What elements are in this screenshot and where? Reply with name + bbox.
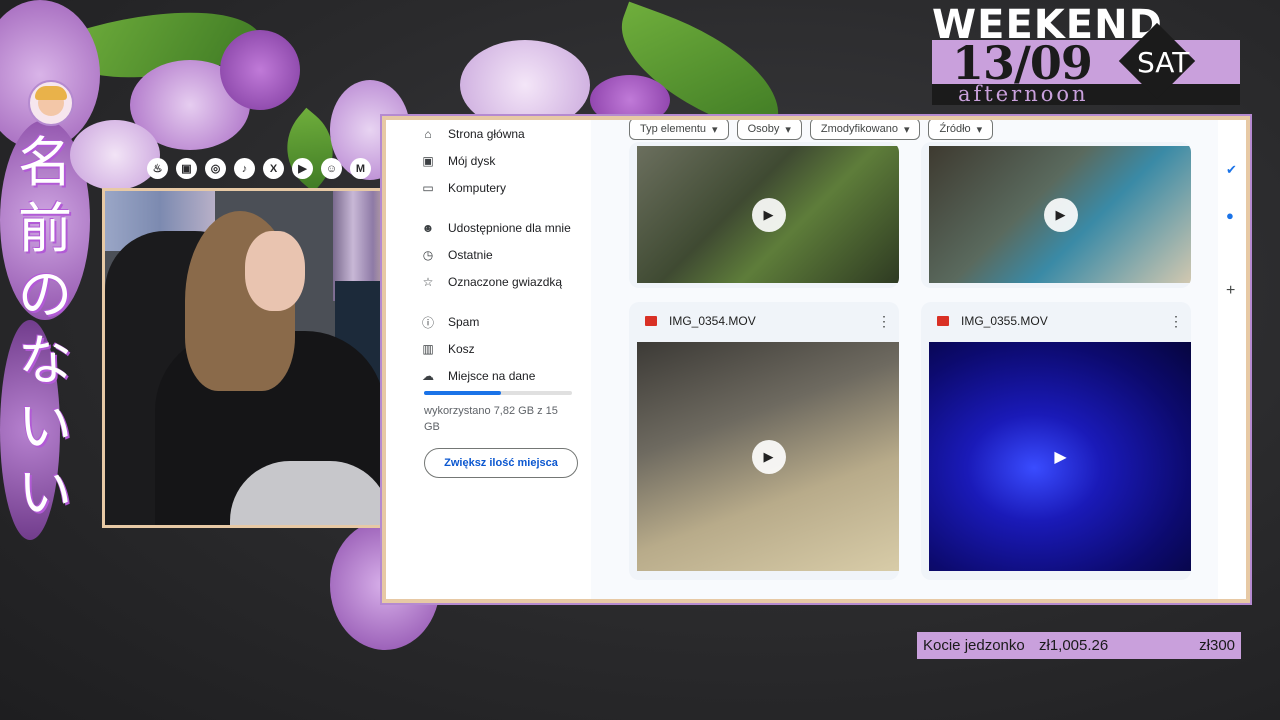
sidebar-item-home[interactable]: ⌂ Strona główna [420, 126, 525, 142]
home-icon: ⌂ [424, 127, 432, 141]
banner-time-of-day: afternoon [958, 82, 1089, 106]
x-icon: X [263, 158, 284, 179]
filter-type[interactable]: Typ elementu ▾ [629, 120, 729, 140]
tiktok-icon: ♪ [234, 158, 255, 179]
donation-goal-amount: zł300 [1199, 637, 1235, 654]
sidebar-item-label: Ostatnie [448, 248, 493, 262]
sidebar-item-label: Spam [448, 315, 480, 329]
jp-char: 前 [18, 197, 72, 260]
sidebar-item-recent[interactable]: ◷ Ostatnie [420, 247, 493, 263]
filter-modified[interactable]: Zmodyfikowano ▾ [809, 120, 921, 140]
sidebar-item-label: Kosz [448, 342, 475, 356]
play-icon[interactable]: ▶ [751, 197, 786, 232]
shared-icon: ☻ [421, 221, 435, 235]
filter-source[interactable]: Źródło ▾ [928, 120, 994, 140]
file-card[interactable]: ▶ [921, 142, 1191, 288]
drive-icon: ▣ [422, 154, 434, 168]
more-options-icon[interactable]: ⋮ [1169, 313, 1183, 330]
chip-label: Osoby [747, 123, 780, 135]
webcam-feed [102, 188, 408, 528]
discord-icon: ☺ [321, 158, 342, 179]
gmail-icon: M [350, 158, 371, 179]
video-thumbnail[interactable]: ▶ [637, 146, 899, 283]
jp-char: な [18, 329, 72, 392]
jp-char: い [18, 461, 72, 524]
sidebar-item-starred[interactable]: ☆ Oznaczone gwiazdką [420, 274, 562, 290]
video-file-icon [645, 316, 657, 326]
chevron-down-icon: ▾ [903, 123, 910, 136]
contacts-icon[interactable]: ● [1226, 208, 1234, 223]
play-icon[interactable]: ▶ [1043, 197, 1078, 232]
play-icon[interactable]: ▶ [1044, 440, 1078, 474]
file-card-header: IMG_0354.MOV ⋮ [629, 302, 899, 340]
drive-window: ⌂ Strona główna ▣ Mój dysk ▭ Komputery ☻… [382, 116, 1250, 603]
sidebar-item-storage[interactable]: ☁ Miejsce na dane [420, 368, 535, 384]
tasks-icon[interactable]: ✔ [1226, 162, 1237, 178]
sidebar-item-label: Komputery [448, 181, 507, 195]
sidebar-item-label: Miejsce na dane [448, 369, 536, 383]
storage-usage-text: wykorzystano 7,82 GB z 15 GB [424, 405, 558, 433]
donation-goal-label: Kocie jedzonko [923, 637, 1025, 654]
channel-name-vertical: 名 前 の な い い [10, 130, 80, 526]
sidebar-item-label: Strona główna [448, 127, 525, 141]
star-icon: ☆ [422, 275, 434, 289]
chip-label: Zmodyfikowano [820, 123, 898, 135]
side-panel: ✔ ● + [1218, 120, 1246, 599]
video-file-icon [937, 316, 949, 326]
filter-people[interactable]: Osoby ▾ [736, 120, 802, 140]
computer-icon: ▭ [422, 181, 434, 195]
banner-day: SAT [1137, 46, 1190, 79]
file-card[interactable]: IMG_0355.MOV ⋮ ▶ [921, 302, 1191, 580]
youtube-icon: ▶ [292, 158, 313, 179]
sidebar-item-computers[interactable]: ▭ Komputery [420, 180, 506, 196]
sidebar-item-label: Oznaczone gwiazdką [448, 275, 563, 289]
video-thumbnail[interactable]: ▶ [929, 146, 1191, 283]
jp-char: の [18, 263, 72, 326]
clock-icon: ◷ [422, 248, 434, 262]
spam-icon: ⓘ [421, 315, 434, 330]
jp-char: 名 [18, 131, 72, 194]
chevron-down-icon: ▾ [785, 123, 791, 136]
file-card[interactable]: ▶ [629, 142, 899, 288]
trash-icon: ▥ [422, 342, 434, 356]
donation-current-amount: zł1,005.26 [1039, 637, 1109, 654]
video-thumbnail[interactable]: ▶ [929, 342, 1191, 571]
video-thumbnail[interactable]: ▶ [637, 342, 899, 571]
sidebar-item-label: Mój dysk [448, 154, 496, 168]
instagram-icon: ◎ [205, 158, 226, 179]
storage-progress [424, 391, 572, 395]
chip-label: Źródło [939, 123, 971, 135]
sidebar-item-trash[interactable]: ▥ Kosz [420, 341, 475, 357]
drive-main: Typ elementu ▾ Osoby ▾ Zmodyfikowano ▾ Źród… [591, 120, 1246, 599]
sidebar-item-spam[interactable]: ⓘ Spam [420, 314, 479, 330]
donation-goal-bar: Kocie jedzonko zł1,005.26 zł300 [917, 632, 1241, 659]
file-card[interactable]: IMG_0354.MOV ⋮ ▶ [629, 302, 899, 580]
sidebar-item-label: Udostępnione dla mnie [448, 221, 571, 235]
social-icons: ♨ ▣ ◎ ♪ X ▶ ☺ M [147, 158, 371, 179]
chevron-down-icon: ▾ [976, 123, 983, 136]
file-name: IMG_0355.MOV [961, 314, 1048, 328]
file-card-header: IMG_0355.MOV ⋮ [921, 302, 1191, 340]
upgrade-storage-button[interactable]: Zwiększ ilość miejsca [424, 448, 578, 478]
file-name: IMG_0354.MOV [669, 314, 756, 328]
jp-char: い [18, 395, 72, 458]
chevron-down-icon: ▾ [712, 123, 718, 136]
chip-label: Typ elementu [640, 123, 707, 135]
storage-progress-fill [424, 391, 501, 395]
kofi-icon: ♨ [147, 158, 168, 179]
cloud-icon: ☁ [422, 369, 434, 383]
more-options-icon[interactable]: ⋮ [877, 313, 891, 330]
twitch-icon: ▣ [176, 158, 197, 179]
channel-logo [28, 80, 74, 126]
drive-sidebar: ⌂ Strona główna ▣ Mój dysk ▭ Komputery ☻… [386, 120, 591, 599]
sidebar-item-shared[interactable]: ☻ Udostępnione dla mnie [420, 220, 571, 236]
filter-chips: Typ elementu ▾ Osoby ▾ Zmodyfikowano ▾ Źród… [629, 120, 994, 140]
add-icon[interactable]: + [1226, 282, 1235, 300]
sidebar-item-my-drive[interactable]: ▣ Mój dysk [420, 153, 495, 169]
play-icon[interactable]: ▶ [751, 439, 786, 474]
